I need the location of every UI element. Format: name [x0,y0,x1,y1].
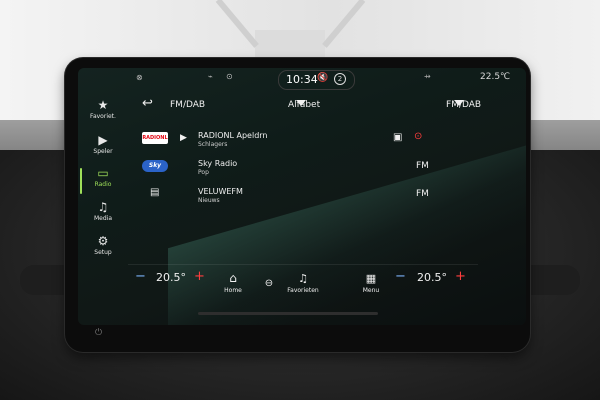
station-row[interactable]: Sky Sky Radio Pop FM [138,156,498,180]
station-band: FM [416,189,429,199]
content-header: ↩ FM/DAB Alfabet FM/DAB [138,96,518,116]
gears-icon: ⚙ [97,234,109,248]
home-label: Home [224,287,242,294]
home-indicator-bar [198,312,378,315]
right-temperature: 20.5° [417,271,447,284]
sidebar-item-setup[interactable]: ⚙ Setup [78,232,128,266]
radio-icon: ▭ [97,166,109,180]
sidebar-item-label: Radio [94,181,112,188]
mute-icon: 🔇 [317,73,329,83]
signal-icon: ⌁ [208,72,213,81]
music-note-icon: ♫ [97,200,109,214]
sidebar-item-favorites[interactable]: ★ Favoriet. [78,96,128,130]
sidebar-item-media[interactable]: ♫ Media [78,198,128,232]
station-row[interactable]: RADIONL ▶ RADIONL Apeldrn Schlagers ▣ ⊙ [138,128,498,152]
play-icon: ▶ [180,133,187,143]
signal-antenna-icon: ⊙ [414,131,423,142]
sidebar: ★ Favoriet. ▶ Speler ▭ Radio ♫ Media ⚙ S… [78,96,128,271]
chevron-down-icon [454,100,464,106]
status-bar: ⊗ ⌁ ⊙ 10:34 🔇 2 ⇸ 22.5℃ [78,68,526,90]
sidebar-item-label: Favoriet. [90,113,116,120]
station-genre: Schlagers [198,141,228,148]
station-name: VELUWEFM [198,187,243,196]
station-list-icon[interactable]: ▣ [393,132,402,143]
left-temperature: 20.5° [156,271,186,284]
station-name: Sky Radio [198,159,238,168]
station-name: RADIONL Apeldrn [198,131,268,140]
bluetooth-icon: ⇸ [424,72,431,81]
clock: 10:34 [286,73,318,86]
chevron-down-icon [296,100,306,106]
car-button[interactable]: ⊖ [256,271,282,290]
station-genre: Pop [198,169,209,176]
station-logo: RADIONL [142,132,168,144]
right-temp-increase-button[interactable]: + [455,269,466,284]
outside-temperature: 22.5℃ [480,72,511,82]
station-genre: Nieuws [198,197,220,204]
notification-badge: 2 [334,73,346,85]
right-temp-decrease-button[interactable]: − [395,269,406,284]
left-temp-increase-button[interactable]: + [194,269,205,284]
play-icon: ▶ [98,133,108,147]
background-beam [322,0,366,48]
sidebar-item-radio[interactable]: ▭ Radio [78,164,128,198]
sidebar-item-player[interactable]: ▶ Speler [78,131,128,165]
grid-icon: ▦ [365,272,377,285]
menu-button[interactable]: ▦ Menu [360,267,382,294]
sidebar-item-label: Media [93,215,113,222]
bottom-bar: − 20.5° + ⌂ Home ⊖ ♫ Favorieten ▦ Menu −… [128,264,478,295]
home-icon: ⌂ [229,271,237,285]
background-beam [215,0,259,48]
favorites-label: Favorieten [287,287,319,294]
infotainment-screen: ⊗ ⌁ ⊙ 10:34 🔇 2 ⇸ 22.5℃ ★ Favoriet. ▶ Sp… [78,68,526,325]
connected-icon: ⊙ [226,72,233,81]
back-button[interactable]: ↩ [142,96,153,111]
station-band: FM [416,161,429,171]
home-button[interactable]: ⌂ Home [220,267,246,294]
sidebar-item-label: Setup [94,249,112,256]
station-logo: Sky [142,160,168,172]
menu-label: Menu [362,287,380,294]
left-temp-decrease-button[interactable]: − [135,269,146,284]
power-icon[interactable]: ⏻ [95,328,102,338]
car-status-icon: ⊗ [136,73,143,82]
car-icon: ⊖ [264,278,274,289]
status-pill[interactable]: 10:34 🔇 2 [278,70,355,90]
page-title: FM/DAB [170,100,206,110]
radio-station-icon: ▤ [150,187,160,198]
sidebar-item-label: Speler [93,148,113,155]
music-note-icon: ♫ [298,272,308,285]
star-icon: ★ [97,98,109,112]
station-row[interactable]: ▤ VELUWEFM Nieuws FM [138,184,498,208]
favorites-button[interactable]: ♫ Favorieten [286,267,320,294]
